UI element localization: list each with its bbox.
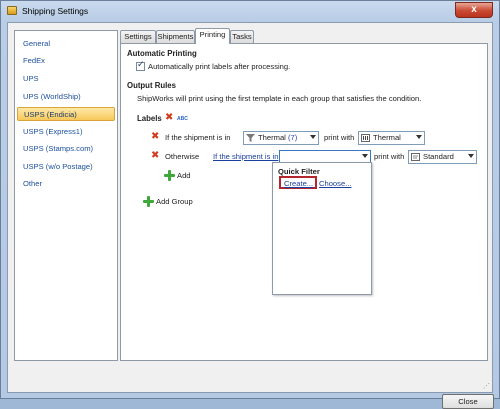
output-rules-heading: Output Rules: [127, 81, 176, 90]
nav-item-fedex[interactable]: FedEx: [17, 54, 115, 68]
auto-print-checkbox[interactable]: [136, 60, 145, 71]
output-rules-description: ShipWorks will print using the first tem…: [137, 94, 422, 103]
nav-item-usps-wo-postage[interactable]: USPS (w/o Postage): [17, 160, 115, 174]
add-rule-link[interactable]: Add: [177, 171, 191, 180]
nav-item-general[interactable]: General: [17, 37, 115, 51]
chevron-down-icon: [416, 135, 422, 139]
create-filter-link[interactable]: Create...: [284, 179, 313, 188]
close-button[interactable]: Close: [442, 394, 494, 409]
tab-tasks[interactable]: Tasks: [230, 30, 254, 43]
chevron-down-icon: [362, 154, 368, 158]
delete-rule-1-icon[interactable]: ✖: [151, 132, 161, 142]
template-icon: [361, 134, 370, 142]
rule-1-print-with: print with: [324, 133, 355, 142]
resize-grip-icon[interactable]: ⋰: [483, 383, 491, 391]
delete-rule-2-icon[interactable]: ✖: [151, 151, 161, 161]
nav-item-usps-endicia[interactable]: USPS (Endicia): [17, 107, 115, 121]
rule-1-prefix: If the shipment is in: [165, 133, 231, 142]
auto-print-label[interactable]: Automatically print labels after process…: [148, 62, 290, 71]
rule-1-filter-value: Thermal: [258, 133, 286, 142]
rule-1-template-value: Thermal: [373, 133, 401, 142]
rule-2-template-value: Standard: [423, 152, 454, 161]
window-title: Shipping Settings: [22, 6, 89, 16]
tab-printing[interactable]: Printing: [195, 28, 230, 44]
rule-1-template-dropdown[interactable]: Thermal: [358, 131, 425, 145]
tab-settings[interactable]: Settings: [120, 30, 156, 43]
dialog-client-area: General FedEx UPS UPS (WorldShip) USPS (…: [7, 22, 494, 409]
tab-shipments[interactable]: Shipments: [156, 30, 195, 43]
rule-2-otherwise: Otherwise: [165, 152, 200, 161]
chevron-down-icon: [468, 154, 474, 158]
nav-item-usps-express1[interactable]: USPS (Express1): [17, 125, 115, 139]
nav-item-ups-worldship[interactable]: UPS (WorldShip): [17, 90, 115, 104]
quick-filter-popup: Quick Filter Create... Choose...: [272, 162, 372, 295]
rule-2-print-with: print with: [374, 152, 405, 161]
rule-2-template-dropdown[interactable]: Standard: [408, 150, 477, 164]
delete-group-icon[interactable]: ✖: [165, 113, 175, 123]
automatic-printing-heading: Automatic Printing: [127, 49, 197, 58]
nav-item-ups[interactable]: UPS: [17, 72, 115, 86]
labels-group-title: Labels: [137, 114, 162, 123]
rule-1-filter-count: (7): [287, 133, 298, 142]
nav-item-usps-stamps[interactable]: USPS (Stamps.com): [17, 142, 115, 156]
quick-filter-title: Quick Filter: [278, 167, 320, 176]
rule-1-filter-dropdown[interactable]: Thermal (7): [243, 131, 319, 145]
add-group-icon[interactable]: [143, 196, 154, 207]
rule-2-condition-link[interactable]: If the shipment is in: [213, 152, 278, 161]
add-group-link[interactable]: Add Group: [156, 197, 193, 206]
nav-item-other[interactable]: Other: [17, 177, 115, 191]
title-bar[interactable]: Shipping Settings x: [1, 1, 499, 21]
add-rule-icon[interactable]: [164, 170, 175, 181]
template-icon: [411, 153, 420, 161]
app-icon: [7, 6, 17, 15]
chevron-down-icon: [310, 135, 316, 139]
choose-filter-link[interactable]: Choose...: [319, 179, 352, 188]
filter-icon: [246, 134, 255, 142]
carrier-list[interactable]: General FedEx UPS UPS (WorldShip) USPS (…: [14, 30, 118, 361]
shipping-settings-window: Shipping Settings x General FedEx UPS UP…: [0, 0, 500, 409]
window-close-button[interactable]: x: [455, 2, 493, 18]
rename-abc-icon[interactable]: ABC: [177, 116, 188, 122]
